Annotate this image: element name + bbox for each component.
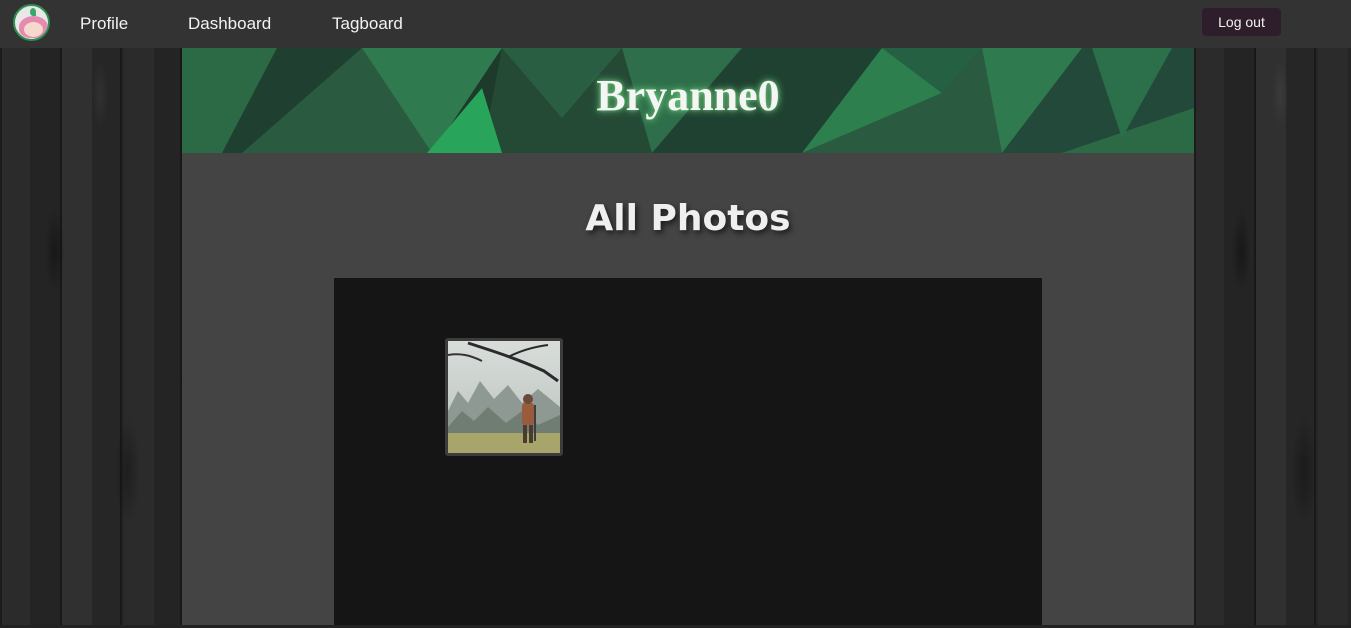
photo-thumbnail[interactable] [445,338,563,456]
wood-background-left [0,0,182,628]
photo-gallery [334,278,1042,628]
wood-background-right [1194,0,1351,628]
username-title: Bryanne0 [596,71,780,120]
top-navbar: Profile Dashboard Tagboard Log out [0,0,1351,48]
logout-button[interactable]: Log out [1202,8,1281,36]
nav-dashboard-link[interactable]: Dashboard [188,14,271,33]
nav-tagboard-link[interactable]: Tagboard [332,14,403,33]
misty-forest-photo-icon [448,341,560,453]
main-panel: Bryanne0 All Photos [182,48,1194,628]
page-title: All Photos [585,198,791,239]
nav-profile-link[interactable]: Profile [80,14,128,33]
profile-banner: Bryanne0 [182,48,1194,153]
avatar-logo-icon[interactable] [13,4,50,41]
